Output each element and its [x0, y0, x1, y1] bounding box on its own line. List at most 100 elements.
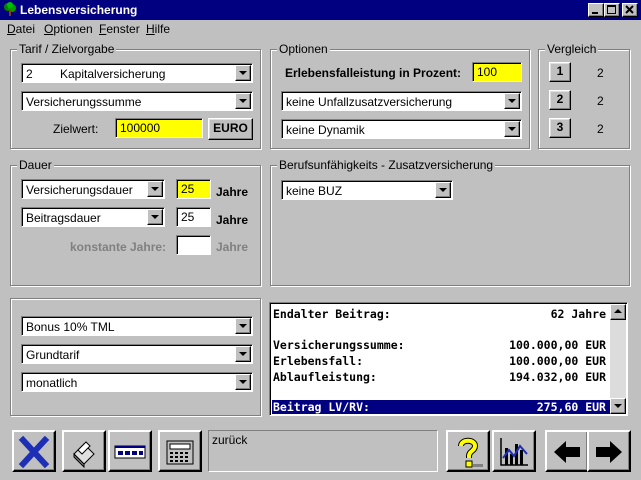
chart-button[interactable]	[492, 430, 536, 472]
chevron-down-icon[interactable]	[235, 93, 251, 109]
result-label: Endalter Beitrag:	[273, 307, 391, 321]
konstante-jahre-unit: Jahre	[216, 240, 249, 254]
close-icon	[625, 5, 634, 14]
erlebensfall-input[interactable]: 100	[472, 62, 522, 82]
title-bar[interactable]: Lebensversicherung	[0, 0, 641, 20]
ziel-type-value: Versicherungssumme	[26, 95, 142, 109]
calculator-button[interactable]	[158, 430, 202, 472]
vergleich-2-button[interactable]: 2	[549, 90, 571, 110]
bonus-value: Bonus 10% TML	[26, 320, 115, 334]
results-list[interactable]: Endalter Beitrag: 62 Jahre Versicherungs…	[269, 302, 628, 416]
menu-optionen[interactable]: Optionen	[44, 22, 93, 36]
tarif-name: Kapitalversicherung	[60, 67, 166, 81]
close-x-icon	[18, 436, 50, 468]
result-row-ablaufleistung: Ablaufleistung: 194.032,00 EUR	[272, 370, 610, 385]
menu-optionen-mnemonic: O	[44, 22, 54, 36]
beitragsdauer-input[interactable]: 25	[176, 207, 211, 227]
vergleich-group-title: Vergleich	[545, 42, 599, 56]
menu-optionen-label: ptionen	[53, 22, 93, 36]
chevron-down-icon[interactable]	[235, 374, 251, 390]
buz-select[interactable]: keine BUZ	[281, 180, 453, 200]
printer-icon	[73, 441, 95, 468]
tarif-select[interactable]: 2 Kapitalversicherung	[21, 63, 253, 83]
bonus-select[interactable]: Bonus 10% TML	[21, 316, 253, 336]
result-row-beitrag[interactable]: Beitrag LV/RV: 275,60 EUR	[272, 400, 610, 414]
zahlweise-value: monatlich	[26, 376, 78, 390]
beitragsdauer-value: Beitragsdauer	[26, 211, 101, 225]
vergleich-3-button[interactable]: 3	[549, 118, 571, 138]
result-label: Versicherungssumme:	[273, 338, 405, 352]
optionen-group-title: Optionen	[277, 42, 330, 56]
tree-icon	[4, 2, 16, 16]
buz-value: keine BUZ	[286, 184, 343, 198]
euro-button[interactable]: EURO	[208, 118, 253, 140]
forward-button[interactable]	[587, 430, 631, 472]
chevron-down-icon[interactable]	[504, 121, 520, 137]
grundtarif-select[interactable]: Grundtarif	[21, 344, 253, 364]
result-row-versicherungssumme: Versicherungssumme: 100.000,00 EUR	[272, 338, 610, 353]
chevron-down-icon[interactable]	[435, 182, 451, 198]
scroll-up-icon[interactable]	[610, 304, 626, 320]
arrow-right-icon	[596, 441, 622, 463]
menu-hilfe-label: ilfe	[154, 22, 171, 36]
result-value: 194.032,00 EUR	[509, 370, 606, 384]
chevron-down-icon[interactable]	[147, 181, 163, 197]
print-button[interactable]	[62, 430, 106, 472]
versicherungsdauer-value: Versicherungsdauer	[26, 183, 133, 197]
versicherungsdauer-select[interactable]: Versicherungsdauer	[21, 179, 165, 199]
back-button[interactable]	[545, 430, 589, 472]
chevron-down-icon[interactable]	[147, 209, 163, 225]
unfall-select[interactable]: keine Unfallzusatzversicherung	[281, 91, 522, 111]
result-label: Ablaufleistung:	[273, 370, 377, 384]
menu-fenster[interactable]: Fenster	[99, 22, 140, 36]
results-scrollbar[interactable]	[610, 304, 626, 414]
chart-icon	[500, 438, 528, 466]
arrow-left-icon	[554, 441, 580, 463]
chevron-down-icon[interactable]	[235, 65, 251, 81]
vergleich-3-value: 2	[597, 122, 604, 136]
menu-datei[interactable]: Datei	[7, 22, 35, 36]
dynamik-value: keine Dynamik	[286, 123, 365, 137]
beitragsdauer-select[interactable]: Beitragsdauer	[21, 207, 165, 227]
result-value: 100.000,00 EUR	[509, 338, 606, 352]
menu-datei-label: atei	[15, 22, 36, 36]
menu-datei-mnemonic: D	[7, 22, 16, 36]
menu-hilfe-mnemonic: H	[146, 22, 155, 36]
chevron-down-icon[interactable]	[235, 346, 251, 362]
form-field-icon	[114, 445, 146, 459]
konstante-jahre-label: konstante Jahre:	[70, 240, 167, 254]
vergleich-1-button[interactable]: 1	[549, 62, 571, 82]
calculator-icon	[166, 440, 194, 465]
form-button[interactable]	[108, 430, 152, 472]
dynamik-select[interactable]: keine Dynamik	[281, 119, 522, 139]
zielwert-label: Zielwert:	[53, 122, 99, 136]
zahlweise-select[interactable]: monatlich	[21, 372, 253, 392]
versicherungsdauer-unit: Jahre	[216, 185, 249, 199]
chevron-down-icon[interactable]	[235, 318, 251, 334]
result-value: 62 Jahre	[550, 307, 606, 321]
help-question-icon	[458, 437, 483, 468]
versicherungsdauer-input[interactable]: 25	[176, 179, 211, 199]
status-text: zurück	[212, 433, 248, 447]
tarif-number: 2	[26, 67, 33, 81]
zielwert-input[interactable]: 100000	[115, 118, 203, 138]
menu-fenster-label: enster	[106, 22, 140, 36]
help-button[interactable]	[446, 430, 490, 472]
scroll-down-icon[interactable]	[610, 398, 626, 414]
tarif-group-title: Tarif / Zielvorgabe	[17, 42, 117, 56]
cancel-button[interactable]	[12, 430, 56, 472]
result-label: Beitrag LV/RV:	[273, 400, 370, 414]
maximize-icon	[607, 5, 616, 14]
ziel-type-select[interactable]: Versicherungssumme	[21, 91, 253, 111]
window-title: Lebensversicherung	[20, 3, 138, 17]
beitragsdauer-unit: Jahre	[216, 213, 249, 227]
status-panel: zurück	[208, 430, 438, 472]
result-row-endalter: Endalter Beitrag: 62 Jahre	[272, 307, 610, 322]
unfall-value: keine Unfallzusatzversicherung	[286, 95, 453, 109]
chevron-down-icon[interactable]	[504, 93, 520, 109]
maximize-button[interactable]	[604, 3, 620, 17]
menu-hilfe[interactable]: Hilfe	[146, 22, 170, 36]
menu-bar: Datei Optionen Fenster Hilfe	[0, 20, 641, 38]
minimize-button[interactable]	[588, 3, 604, 17]
close-button[interactable]	[622, 3, 638, 17]
